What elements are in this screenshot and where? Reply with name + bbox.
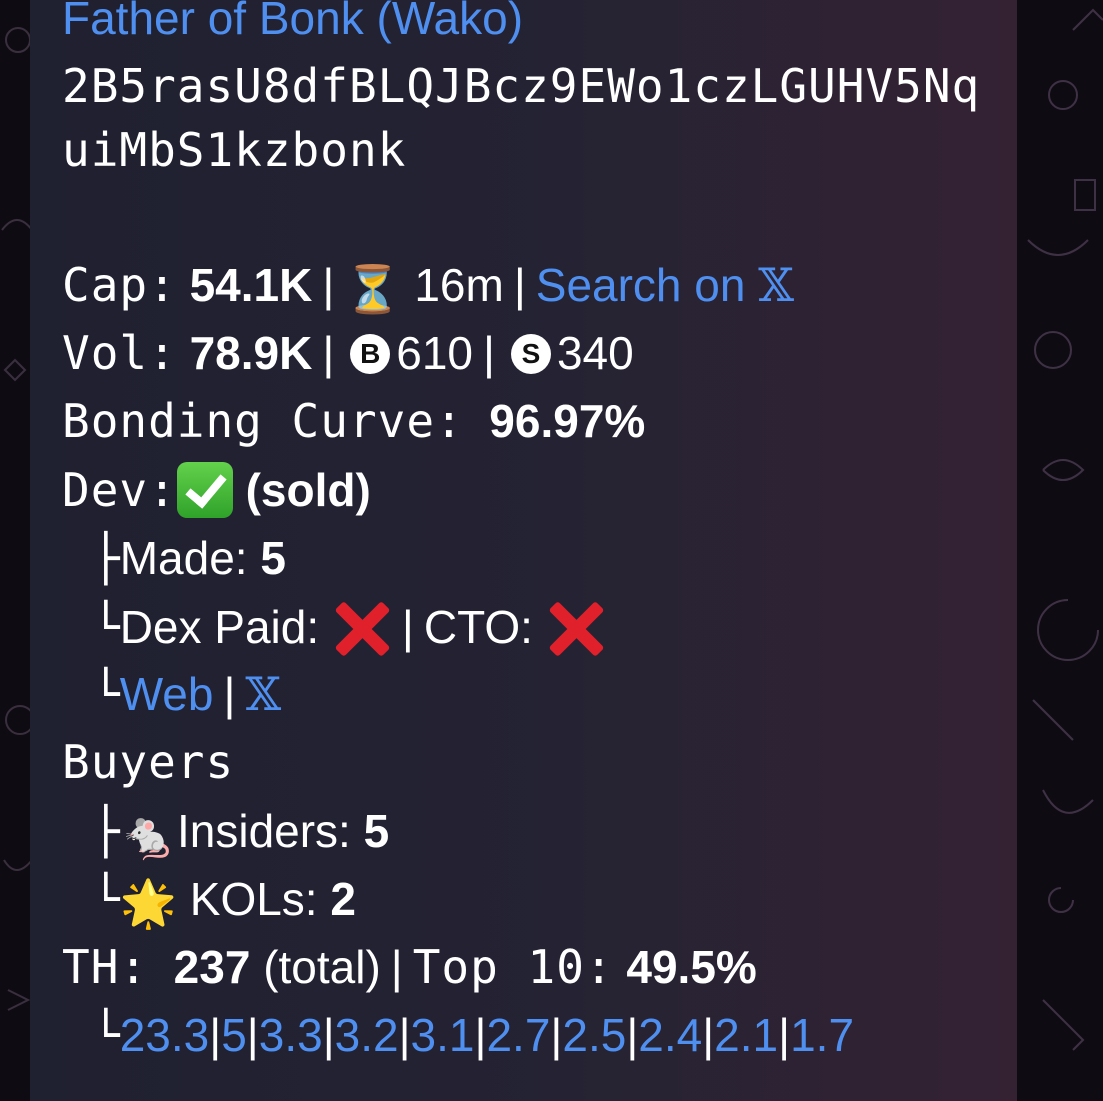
separator: | <box>778 1009 791 1061</box>
token-name-link[interactable]: Father of Bonk (Wako) <box>62 0 523 46</box>
top10-label: Top 10: <box>412 940 614 994</box>
sell-count: 340 <box>556 327 634 379</box>
top-holder-link[interactable]: 3.2 <box>335 1009 399 1061</box>
cross-mark-icon <box>546 598 606 658</box>
dev-made-row: ├Made: 5 <box>62 530 286 586</box>
cross-mark-icon <box>332 598 392 658</box>
vol-row: Vol: 78.9K | B 610 | S 340 <box>62 326 634 380</box>
top-holder-link[interactable]: 5 <box>221 1009 247 1061</box>
x-logo-icon: 𝕏 <box>758 258 794 312</box>
bonding-curve-row: Bonding Curve: 96.97% <box>62 393 645 449</box>
top-holder-link[interactable]: 1.7 <box>790 1009 854 1061</box>
top-holder-link[interactable]: 23.3 <box>120 1009 210 1061</box>
th-label: TH: <box>62 940 149 994</box>
top-holders-row: └23.3|5|3.3|3.2|3.1|2.7|2.5|2.4|2.1|1.7 <box>62 1007 854 1063</box>
tree-branch: ├ <box>92 531 120 585</box>
top-holder-link[interactable]: 2.1 <box>714 1009 778 1061</box>
separator: | <box>513 259 526 311</box>
buyers-label: Buyers <box>62 735 235 789</box>
insiders-value: 5 <box>363 805 390 857</box>
tree-branch: └ <box>92 872 120 926</box>
holders-total: 237 <box>173 941 251 993</box>
insiders-label: Insiders: <box>176 805 351 857</box>
rat-icon: 🐁 <box>119 808 177 861</box>
tree-branch: ├ <box>92 804 120 858</box>
insiders-row: ├🐁Insiders: 5 <box>62 803 389 863</box>
top-holder-link[interactable]: 2.5 <box>562 1009 626 1061</box>
top-holder-link[interactable]: 2.7 <box>486 1009 550 1061</box>
separator: | <box>702 1009 715 1061</box>
message-bubble: Father of Bonk (Wako) 2B5rasU8dfBLQJBcz9… <box>30 0 1017 1101</box>
hourglass-icon: ⏳ <box>344 262 402 315</box>
token-age: 16m <box>414 259 504 311</box>
cap-label: Cap: <box>62 258 177 312</box>
tree-branch: └ <box>92 1008 120 1062</box>
tree-branch: └ <box>92 667 120 721</box>
kols-label: KOLs: <box>189 873 318 925</box>
bonding-curve-label: Bonding Curve: <box>62 394 464 448</box>
contract-address-line1[interactable]: 2B5rasU8dfBLQJBcz9EWo1czLGUHV5Nq <box>62 58 980 114</box>
vol-value: 78.9K <box>189 327 313 379</box>
made-label: Made: <box>119 532 248 584</box>
x-logo-icon[interactable]: 𝕏 <box>245 667 281 721</box>
dex-paid-row: └Dex Paid: | CTO: <box>62 598 606 664</box>
buy-count: 610 <box>396 327 474 379</box>
dev-links-row: └Web | 𝕏 <box>92 667 282 721</box>
top-holder-link[interactable]: 3.3 <box>259 1009 323 1061</box>
bonding-curve-value: 96.97% <box>489 395 646 447</box>
kols-row: └🌟 KOLs: 2 <box>62 871 356 931</box>
holders-row: TH: 237 (total) | Top 10: 49.5% <box>62 940 757 994</box>
separator: | <box>474 1009 487 1061</box>
separator: | <box>322 1009 335 1061</box>
separator: | <box>398 1009 411 1061</box>
dev-status: (sold) <box>245 464 371 517</box>
buy-badge-icon: B <box>350 333 391 374</box>
chat-wallpaper-right <box>1013 0 1103 1101</box>
search-on-x-link[interactable]: Search on 𝕏 <box>536 258 794 312</box>
cto-label: CTO: <box>423 601 533 654</box>
holders-total-suffix: (total) <box>263 941 381 993</box>
tree-branch: └ <box>92 600 120 655</box>
separator: | <box>322 259 335 311</box>
cap-value: 54.1K <box>189 259 313 311</box>
top-holder-link[interactable]: 3.1 <box>411 1009 475 1061</box>
separator: | <box>246 1009 259 1061</box>
made-value: 5 <box>260 532 286 584</box>
separator: | <box>550 1009 563 1061</box>
sell-badge-icon: S <box>510 333 551 374</box>
check-mark-icon <box>176 462 233 518</box>
dev-row: Dev: (sold) <box>62 462 371 526</box>
top10-value: 49.5% <box>626 941 757 993</box>
top-holders-list: 23.3|5|3.3|3.2|3.1|2.7|2.5|2.4|2.1|1.7 <box>120 1009 854 1061</box>
glowing-star-icon: 🌟 <box>119 876 177 929</box>
cap-row: Cap: 54.1K | ⏳ 16m | Search on 𝕏 <box>62 257 794 317</box>
separator: | <box>626 1009 639 1061</box>
contract-address-line2[interactable]: uiMbS1kzbonk <box>62 122 406 178</box>
web-link[interactable]: Web <box>120 668 214 720</box>
vol-label: Vol: <box>62 326 177 380</box>
top-holder-link[interactable]: 2.4 <box>638 1009 702 1061</box>
dev-label: Dev: <box>62 463 177 518</box>
separator: | <box>209 1009 222 1061</box>
kols-value: 2 <box>330 873 356 925</box>
dex-paid-label: Dex Paid: <box>119 601 320 654</box>
